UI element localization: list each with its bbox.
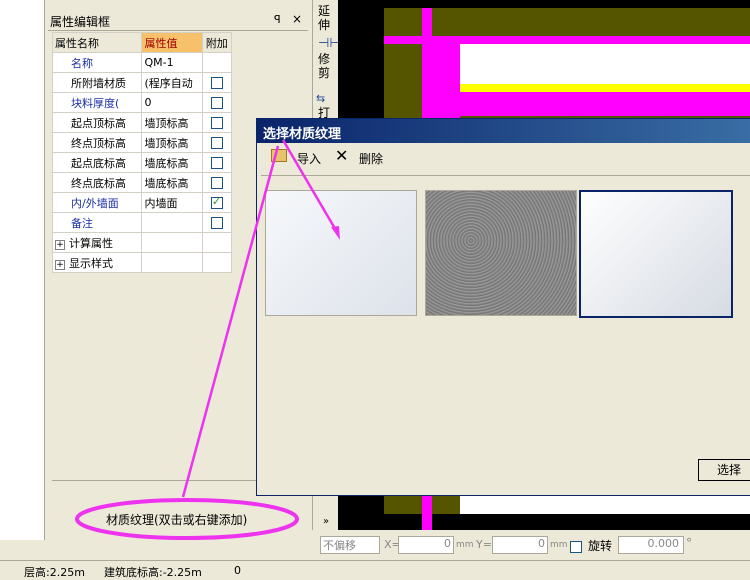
annotation-line bbox=[181, 145, 280, 498]
annotation-arrow-line bbox=[281, 139, 339, 233]
annotation-arrowhead bbox=[331, 226, 340, 240]
highlight-ellipse bbox=[75, 498, 299, 540]
annotation-overlay bbox=[75, 139, 340, 540]
